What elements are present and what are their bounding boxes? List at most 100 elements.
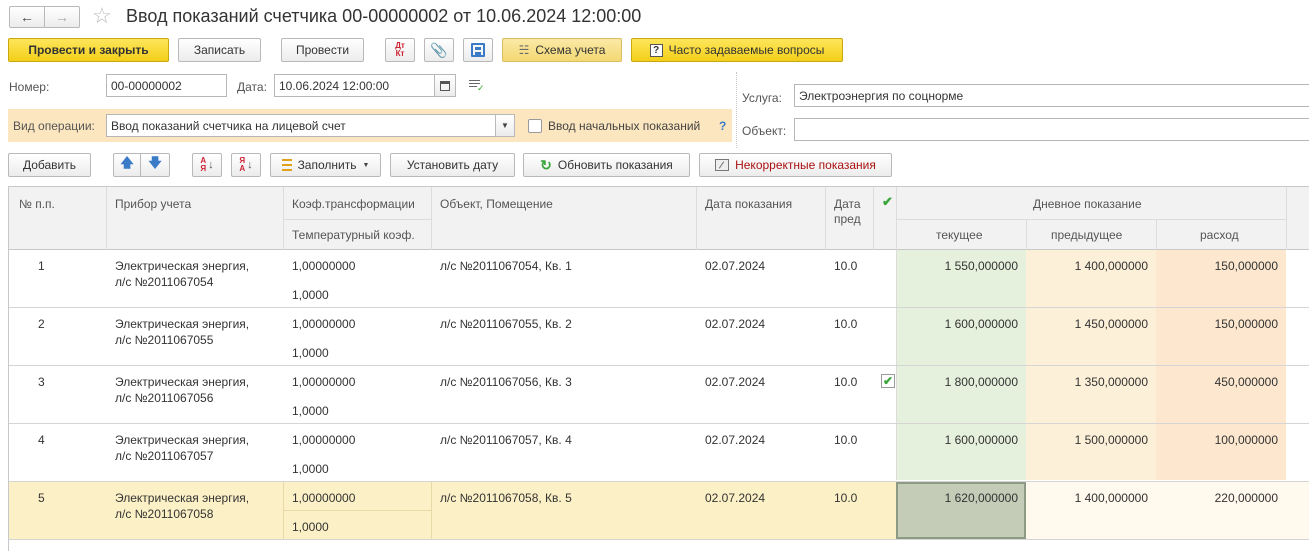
row-date-prev: 10.0 <box>834 375 858 389</box>
table-row-selected[interactable]: 5 Электрическая энергия, л/с №2011067058… <box>9 482 1309 540</box>
header-object[interactable]: Объект, Помещение <box>440 197 553 211</box>
row-date: 02.07.2024 <box>705 259 766 273</box>
header-temp[interactable]: Температурный коэф. <box>292 228 415 242</box>
column-divider <box>431 482 432 539</box>
row-coef: 1,00000000 <box>292 375 356 389</box>
row-num: 1 <box>38 259 45 273</box>
meter-icon <box>715 159 730 171</box>
forward-button[interactable]: → <box>44 6 80 28</box>
row-object: л/с №2011067055, Кв. 2 <box>440 317 572 331</box>
column-divider <box>283 482 284 539</box>
refresh-readings-button[interactable]: ↻ Обновить показания <box>523 153 690 177</box>
object-field[interactable] <box>794 118 1309 141</box>
header-day-reading[interactable]: Дневное показание <box>1033 197 1142 211</box>
header-current[interactable]: текущее <box>936 228 983 242</box>
operation-dropdown-button[interactable]: ▼ <box>495 114 515 137</box>
structure-button[interactable] <box>463 38 493 62</box>
row-current[interactable]: 1 600,000000 <box>896 433 1018 447</box>
incorrect-readings-button[interactable]: Некорректные показания <box>699 153 892 177</box>
row-object: л/с №2011067057, Кв. 4 <box>440 433 572 447</box>
fill-icon <box>281 159 292 171</box>
window-title: Ввод показаний счетчика 00-00000002 от 1… <box>126 6 642 26</box>
row-check-checkbox[interactable]: ✔ <box>881 374 895 388</box>
row-current[interactable]: 1 550,000000 <box>896 259 1018 273</box>
row-inner-divider <box>283 510 431 511</box>
column-divider <box>696 187 697 250</box>
row-consumption: 450,000000 <box>1214 375 1278 389</box>
column-divider <box>431 187 432 250</box>
scheme-button[interactable]: ☵ Схема учета <box>502 38 622 62</box>
paperclip-icon: 📎 <box>430 41 448 58</box>
sort-desc-icon: ЯА <box>239 156 246 173</box>
comment-icon[interactable]: ✓ <box>469 79 485 93</box>
structure-icon <box>471 43 485 57</box>
dt-kt-button[interactable]: Дт Кт <box>385 38 415 62</box>
initial-readings-checkbox[interactable] <box>528 119 542 133</box>
chevron-down-icon: ▼ <box>362 161 370 169</box>
faq-button[interactable]: ? Часто задаваемые вопросы <box>631 38 843 62</box>
column-divider <box>1286 187 1287 250</box>
row-coef: 1,00000000 <box>292 433 356 447</box>
operation-label: Вид операции: <box>13 119 95 133</box>
operation-select[interactable]: Ввод показаний счетчика на лицевой счет <box>106 114 496 137</box>
row-current[interactable]: 1 800,000000 <box>896 375 1018 389</box>
row-current[interactable]: 1 600,000000 <box>896 317 1018 331</box>
header-date-prev[interactable]: Дата пред <box>834 197 874 227</box>
row-date: 02.07.2024 <box>705 433 766 447</box>
row-date-prev: 10.0 <box>834 491 858 505</box>
move-down-button[interactable]: 🡇 <box>140 153 170 177</box>
sort-desc-button[interactable]: Я А ↓ <box>231 153 261 177</box>
header-device[interactable]: Прибор учета <box>115 197 191 211</box>
add-button[interactable]: Добавить <box>8 153 91 177</box>
save-button[interactable]: Записать <box>178 38 261 62</box>
row-date: 02.07.2024 <box>705 491 766 505</box>
sort-asc-button[interactable]: А Я ↓ <box>192 153 222 177</box>
row-num: 5 <box>38 491 45 505</box>
number-label: Номер: <box>9 80 50 94</box>
date-field[interactable]: 10.06.2024 12:00:00 <box>274 74 436 97</box>
header-consumption[interactable]: расход <box>1200 228 1239 242</box>
question-icon: ? <box>649 43 663 57</box>
row-consumption: 220,000000 <box>1214 491 1278 505</box>
favorite-star-icon[interactable]: ☆ <box>92 3 112 29</box>
row-coef: 1,00000000 <box>292 491 356 505</box>
attach-button[interactable]: 📎 <box>424 38 454 62</box>
row-temp: 1,0000 <box>292 462 329 476</box>
table-row[interactable]: 4 Электрическая энергия, л/с №2011067057… <box>9 424 1309 482</box>
row-date-prev: 10.0 <box>834 259 858 273</box>
row-object: л/с №2011067054, Кв. 1 <box>440 259 572 273</box>
header-num[interactable]: № п.п. <box>19 197 55 211</box>
service-label: Услуга: <box>742 91 782 105</box>
table-row[interactable]: 2 Электрическая энергия, л/с №2011067055… <box>9 308 1309 366</box>
arrow-down-icon: 🡇 <box>148 155 162 170</box>
table-row[interactable]: 3 Электрическая энергия, л/с №2011067056… <box>9 366 1309 424</box>
row-date: 02.07.2024 <box>705 375 766 389</box>
dt-kt-icon: Дт Кт <box>395 41 405 58</box>
date-label: Дата: <box>237 80 267 94</box>
back-button[interactable]: ← <box>9 6 45 28</box>
row-device-account: л/с №2011067057 <box>115 449 214 463</box>
chevron-down-icon: ▼ <box>501 121 509 130</box>
post-and-close-button[interactable]: Провести и закрыть <box>8 38 169 62</box>
fill-button[interactable]: Заполнить ▼ <box>270 153 381 177</box>
row-device: Электрическая энергия, <box>115 491 250 505</box>
row-device: Электрическая энергия, <box>115 433 250 447</box>
header-coef[interactable]: Коэф.трансформации <box>292 197 415 211</box>
row-date-prev: 10.0 <box>834 317 858 331</box>
table-row[interactable]: 1 Электрическая энергия, л/с №2011067054… <box>9 250 1309 308</box>
calendar-button[interactable] <box>434 74 456 97</box>
row-device-account: л/с №2011067056 <box>115 391 214 405</box>
help-question-icon[interactable]: ? <box>719 119 726 133</box>
row-consumption: 150,000000 <box>1214 259 1278 273</box>
set-date-button[interactable]: Установить дату <box>390 153 515 177</box>
row-current[interactable]: 1 620,000000 <box>896 491 1018 505</box>
post-button[interactable]: Провести <box>281 38 364 62</box>
row-temp: 1,0000 <box>292 404 329 418</box>
header-divider <box>896 219 1286 220</box>
header-previous[interactable]: предыдущее <box>1051 228 1122 242</box>
header-date[interactable]: Дата показания <box>705 197 792 211</box>
header-check-icon[interactable]: ✔ <box>882 194 893 210</box>
service-field[interactable]: Электроэнергия по соцнорме <box>794 84 1309 107</box>
number-field[interactable]: 00-00000002 <box>106 74 227 97</box>
move-up-button[interactable]: 🡅 <box>113 153 141 177</box>
